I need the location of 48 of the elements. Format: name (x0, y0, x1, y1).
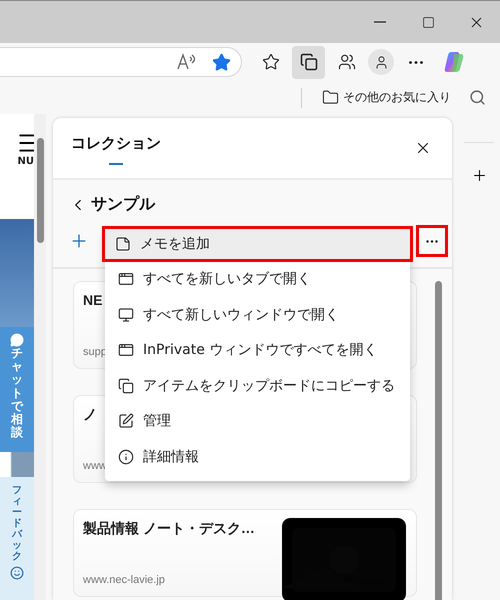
feedback-tab[interactable]: フィードバック (0, 477, 34, 600)
collections-button[interactable] (292, 46, 325, 78)
star-icon (262, 53, 280, 71)
menu-item[interactable]: すべてを新しいタブで開く (105, 262, 410, 297)
collection-name: サンプル (91, 194, 155, 215)
read-aloud-icon (176, 53, 198, 71)
menu-item[interactable]: 詳細情報 (105, 439, 410, 474)
other-favorites-link[interactable]: その他のお気に入り (322, 89, 451, 106)
window-icon (118, 342, 134, 358)
address-bar[interactable] (0, 47, 242, 77)
copy-icon (118, 378, 134, 394)
feedback-label: フィードバック (12, 485, 22, 562)
chat-icon (10, 333, 24, 347)
profile-icon (374, 54, 388, 70)
more-icon (426, 240, 438, 242)
edit-icon (118, 413, 134, 430)
collections-icon (300, 53, 318, 71)
panel-title: コレクション (71, 134, 161, 162)
menu-label: NU (18, 156, 34, 167)
menu-item[interactable]: アイテムをクリップボードにコピーする (105, 368, 410, 404)
card-title: ノ (83, 406, 98, 424)
note-icon (115, 236, 131, 252)
card-url: www.nec-lavie.jp (83, 574, 166, 586)
minimize-icon (374, 21, 386, 23)
more-icon (408, 60, 422, 64)
card-title: 製品情報 ノート・デスク… (83, 520, 255, 538)
profile-button[interactable] (368, 49, 394, 75)
tab-indicator (109, 163, 123, 165)
chat-label: チャットで相談 (11, 347, 23, 440)
favorite-star-icon[interactable] (212, 52, 231, 72)
smiley-icon (10, 566, 24, 580)
search-icon[interactable] (469, 89, 486, 106)
collection-card[interactable]: 製品情報 ノート・デスク… www.nec-lavie.jp (73, 509, 417, 597)
people-icon (338, 53, 356, 71)
monitor-icon (118, 306, 134, 323)
folder-icon (322, 89, 339, 106)
maximize-icon (422, 16, 434, 28)
window-icon (118, 271, 134, 288)
assistant-logo-icon (442, 50, 466, 74)
scrollbar-thumb[interactable] (36, 138, 44, 243)
card-title: NE (83, 292, 104, 308)
scrollbar-thumb[interactable] (435, 281, 442, 600)
menu-item[interactable]: InPrivate ウィンドウですべてを開く (105, 332, 410, 368)
menu-item[interactable]: メモを追加 (102, 226, 413, 262)
menu-item[interactable]: 管理 (105, 404, 410, 439)
info-icon (118, 448, 134, 465)
more-options-button[interactable] (416, 225, 448, 257)
menu-item[interactable]: すべて新しいウィンドウで開く (105, 297, 410, 332)
